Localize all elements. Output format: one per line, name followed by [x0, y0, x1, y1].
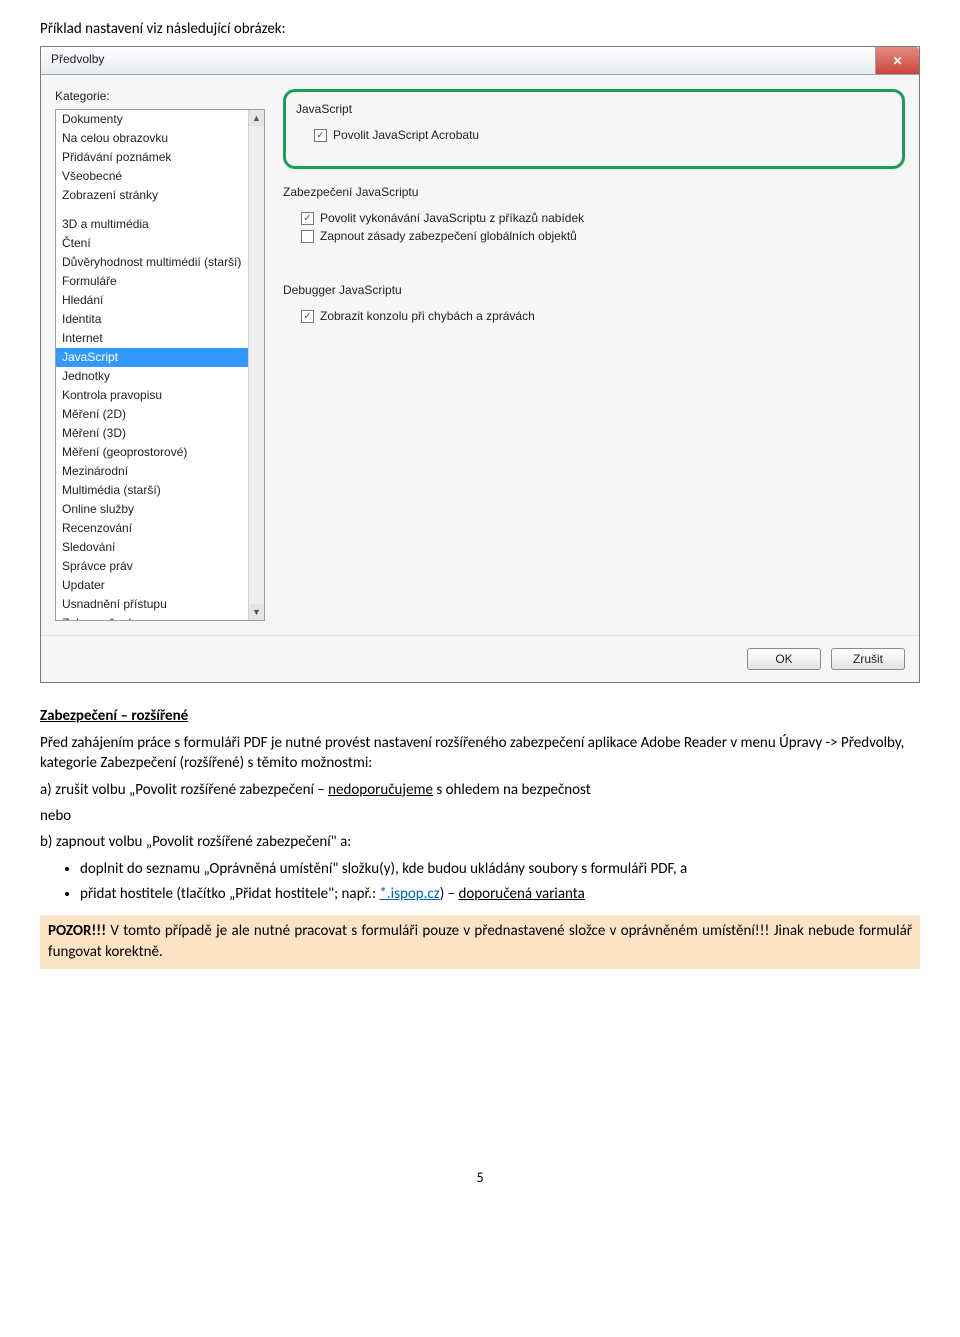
list-item[interactable]: Správce práv	[56, 557, 264, 576]
list-item[interactable]: 3D a multimédia	[56, 215, 264, 234]
dialog-title: Předvolby	[41, 47, 875, 74]
link-ispop[interactable]: *.ispop.cz	[379, 885, 439, 903]
list-item: přidat hostitele (tlačítko „Přidat hosti…	[80, 883, 920, 906]
checkbox-global-obj-policy[interactable]	[301, 230, 314, 243]
label-enable-js: Povolit JavaScript Acrobatu	[333, 128, 479, 142]
list-item[interactable]: Na celou obrazovku	[56, 129, 264, 148]
list-item[interactable]: Měření (3D)	[56, 424, 264, 443]
scrollbar[interactable]: ▲ ▼	[248, 110, 264, 620]
list-item[interactable]: Kontrola pravopisu	[56, 386, 264, 405]
page-number: 5	[40, 1169, 920, 1186]
list-item[interactable]: Identita	[56, 310, 264, 329]
titlebar: Předvolby ✕	[41, 47, 919, 75]
cancel-button[interactable]: Zrušit	[831, 648, 905, 670]
javascript-highlight: JavaScript ✓ Povolit JavaScript Acrobatu	[283, 89, 905, 169]
label-allow-menu-js: Povolit vykonávání JavaScriptu z příkazů…	[320, 211, 584, 225]
list-item[interactable]: Multimédia (starší)	[56, 481, 264, 500]
list-item[interactable]: Zobrazení stránky	[56, 186, 264, 205]
paragraph-3: nebo	[40, 806, 920, 826]
group-js-security: Zabezpečení JavaScriptu	[283, 185, 905, 199]
checkbox-console[interactable]: ✓	[301, 310, 314, 323]
section-heading: Zabezpečení – rozšířené	[40, 707, 920, 725]
scroll-down-icon[interactable]: ▼	[249, 604, 264, 620]
checkbox-allow-menu-js[interactable]: ✓	[301, 212, 314, 225]
list-item[interactable]: Důvěryhodnost multimédií (starší)	[56, 253, 264, 272]
ok-button[interactable]: OK	[747, 648, 821, 670]
checkbox-enable-js[interactable]: ✓	[314, 129, 327, 142]
list-item[interactable]: Zabezpečení	[56, 614, 264, 621]
list-item[interactable]: Updater	[56, 576, 264, 595]
list-item[interactable]: Čtení	[56, 234, 264, 253]
list-item[interactable]: Jednotky	[56, 367, 264, 386]
close-icon[interactable]: ✕	[875, 47, 919, 74]
label-console: Zobrazit konzolu při chybách a zprávách	[320, 309, 535, 323]
bullet-list: doplnit do seznamu „Oprávněná umístění" …	[40, 858, 920, 905]
list-item[interactable]: Dokumenty	[56, 110, 264, 129]
group-debugger: Debugger JavaScriptu	[283, 283, 905, 297]
list-item[interactable]: Všeobecné	[56, 167, 264, 186]
paragraph-2: a) zrušit volbu „Povolit rozšířené zabez…	[40, 780, 920, 800]
list-item[interactable]: Měření (geoprostorové)	[56, 443, 264, 462]
list-item[interactable]: JavaScript	[56, 348, 264, 367]
list-item[interactable]: Online služby	[56, 500, 264, 519]
category-listbox[interactable]: DokumentyNa celou obrazovkuPřidávání poz…	[55, 109, 265, 621]
list-item[interactable]: Formuláře	[56, 272, 264, 291]
preferences-dialog: Předvolby ✕ Kategorie: DokumentyNa celou…	[40, 46, 920, 683]
list-item[interactable]: Recenzování	[56, 519, 264, 538]
scroll-up-icon[interactable]: ▲	[249, 110, 264, 126]
intro-text: Příklad nastavení viz následující obráze…	[40, 20, 920, 38]
list-item[interactable]: Přidávání poznámek	[56, 148, 264, 167]
list-item[interactable]: Hledání	[56, 291, 264, 310]
paragraph-4: b) zapnout volbu „Povolit rozšířené zabe…	[40, 832, 920, 852]
paragraph-1: Před zahájením práce s formuláři PDF je …	[40, 733, 920, 774]
label-global-obj-policy: Zapnout zásady zabezpečení globálních ob…	[320, 229, 577, 243]
category-label: Kategorie:	[55, 89, 265, 103]
warning-box: POZOR!!! V tomto případě je ale nutné pr…	[40, 915, 920, 969]
list-item[interactable]: Sledování	[56, 538, 264, 557]
list-item[interactable]: Mezinárodní	[56, 462, 264, 481]
list-item[interactable]: Internet	[56, 329, 264, 348]
list-item[interactable]: Měření (2D)	[56, 405, 264, 424]
list-item[interactable]: Usnadnění přístupu	[56, 595, 264, 614]
list-item: doplnit do seznamu „Oprávněná umístění" …	[80, 858, 920, 881]
group-javascript: JavaScript	[296, 102, 892, 116]
